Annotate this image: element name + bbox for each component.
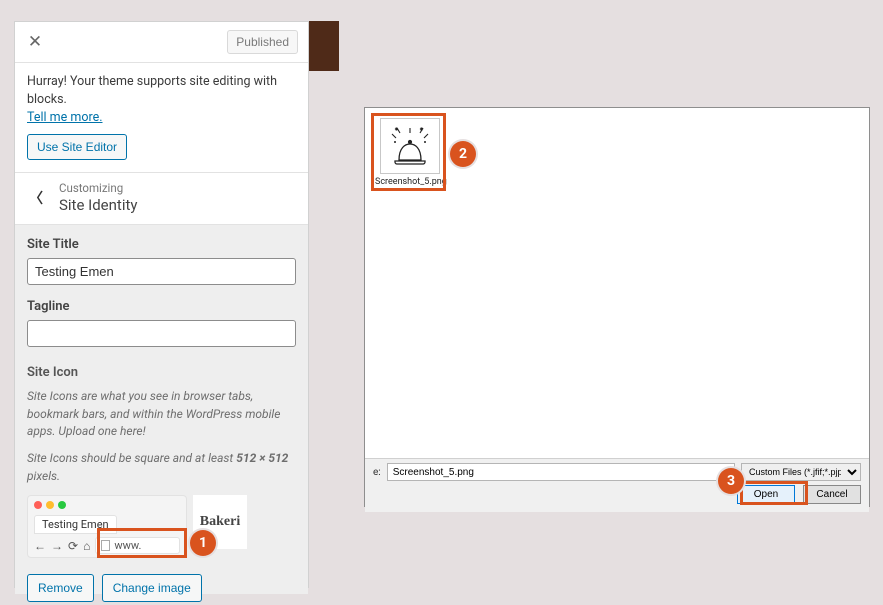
tell-me-more-link[interactable]: Tell me more. <box>27 110 296 125</box>
panel-body: Site Title Tagline Site Icon Site Icons … <box>15 225 308 594</box>
browser-mock: Testing Emen ← → ⟳ ⌂ www. <box>27 495 187 558</box>
wp-customizer-panel: ✕ Published Hurray! Your theme supports … <box>14 21 309 588</box>
breadcrumb-small: Customizing <box>59 181 137 195</box>
site-title-input[interactable] <box>27 258 296 285</box>
site-icon-preview-row: Testing Emen ← → ⟳ ⌂ www. Bakeri <box>27 495 296 558</box>
filename-label: e: <box>373 467 381 478</box>
close-icon[interactable]: ✕ <box>25 32 45 52</box>
filetype-select[interactable]: Custom Files (*.jfif;*.pjpeg;*.jpeg <box>741 463 861 481</box>
back-icon[interactable]: 〈 <box>15 188 57 208</box>
filename-input[interactable] <box>387 463 735 481</box>
tagline-input[interactable] <box>27 320 296 347</box>
remove-button[interactable]: Remove <box>27 574 94 602</box>
site-editor-notice: Hurray! Your theme supports site editing… <box>15 63 308 173</box>
site-icon-label: Site Icon <box>27 365 296 380</box>
address-bar: www. <box>95 537 180 554</box>
browser-tab: Testing Emen <box>34 515 117 534</box>
callout-1: 1 <box>190 530 216 556</box>
notice-text: Hurray! Your theme supports site editing… <box>27 73 296 109</box>
site-icon-desc-1: Site Icons are what you see in browser t… <box>27 388 296 440</box>
reload-icon: ⟳ <box>68 539 78 553</box>
file-label: Screenshot_5.png <box>375 177 445 187</box>
cancel-button[interactable]: Cancel <box>803 485 861 504</box>
page-title: Site Identity <box>59 196 137 214</box>
callout-2: 2 <box>450 141 476 167</box>
site-icon-desc-2: Site Icons should be square and at least… <box>27 450 296 485</box>
file-thumbnail <box>380 118 440 174</box>
breadcrumb: 〈 Customizing Site Identity <box>15 173 308 225</box>
file-item[interactable]: Screenshot_5.png <box>375 118 445 187</box>
use-site-editor-button[interactable]: Use Site Editor <box>27 134 127 160</box>
file-dialog-body: Screenshot_5.png <box>365 108 869 458</box>
callout-3: 3 <box>718 468 744 494</box>
bell-icon <box>387 124 433 168</box>
file-open-dialog: Screenshot_5.png e: Custom Files (*.jfif… <box>364 107 870 507</box>
home-icon: ⌂ <box>83 539 90 553</box>
file-dialog-footer: e: Custom Files (*.jfif;*.pjpeg;*.jpeg O… <box>365 458 869 512</box>
wp-customizer-topbar: ✕ Published <box>15 22 308 63</box>
forward-arrow-icon: → <box>51 539 63 553</box>
published-button[interactable]: Published <box>227 30 298 54</box>
open-button[interactable]: Open <box>737 485 795 504</box>
change-image-button[interactable]: Change image <box>102 574 202 602</box>
tagline-label: Tagline <box>27 299 296 314</box>
site-title-label: Site Title <box>27 237 296 252</box>
back-arrow-icon: ← <box>34 539 46 553</box>
